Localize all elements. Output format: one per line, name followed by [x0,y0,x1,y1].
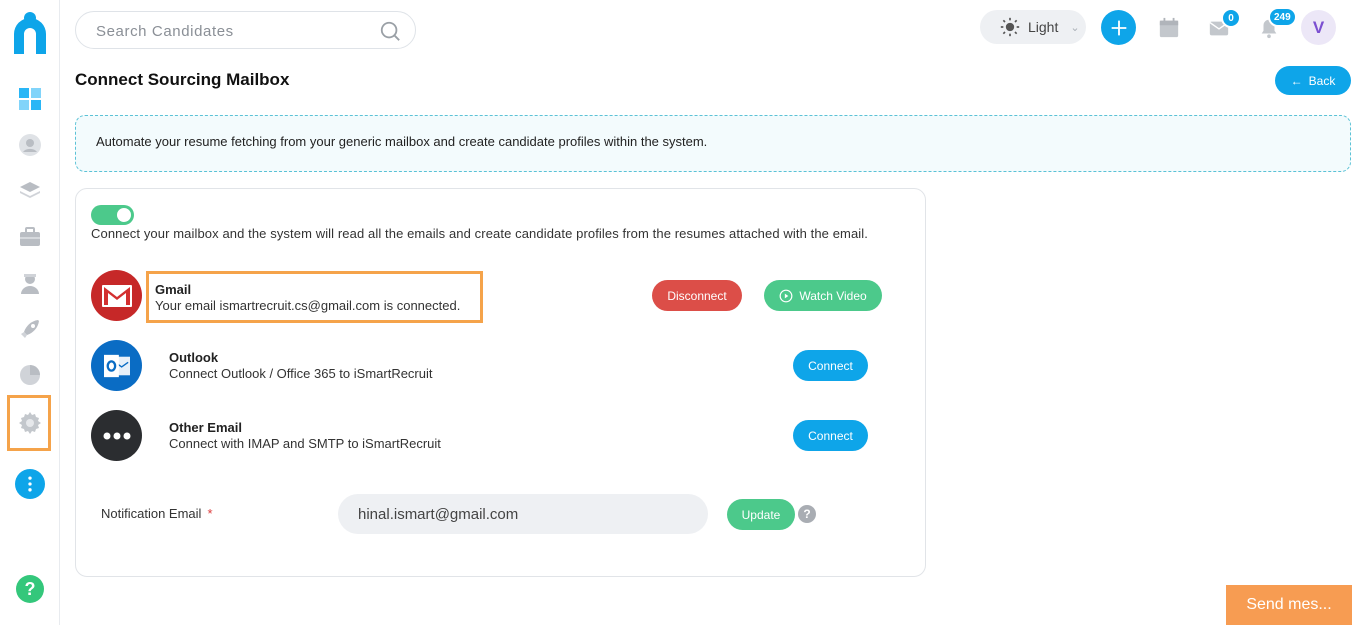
play-circle-icon [779,289,793,302]
search-input[interactable] [96,21,376,41]
gmail-icon [91,270,142,321]
more-vertical-icon [28,476,32,492]
help-question-icon[interactable]: ? [798,505,816,523]
rocket-icon[interactable] [15,314,45,344]
gmail-connected-info: Gmail Your email ismartrecruit.cs@gmail.… [146,271,483,323]
more-options-button[interactable] [15,469,45,499]
provider-subtitle: Connect Outlook / Office 365 to iSmartRe… [169,366,433,381]
reports-pie-icon[interactable] [15,360,45,390]
provider-subtitle: Connect with IMAP and SMTP to iSmartRecr… [169,436,441,451]
search-icon[interactable] [379,20,401,42]
other-email-connect-button[interactable]: Connect [793,420,868,451]
notification-count-badge: 249 [1268,7,1297,27]
disconnect-button[interactable]: Disconnect [652,280,742,311]
jobs-briefcase-icon[interactable] [15,222,45,252]
provider-name: Gmail [155,282,192,297]
search-bar [75,11,416,49]
candidates-icon[interactable] [15,130,45,160]
dashboard-icon[interactable] [15,84,45,114]
add-button[interactable] [1101,10,1136,45]
chevron-down-icon: ⌄ [1070,21,1080,34]
other-email-info: Other Email Connect with IMAP and SMTP t… [169,420,441,451]
layers-icon[interactable] [15,176,45,206]
required-asterisk: * [207,506,213,521]
arrow-left-icon: ← [1290,73,1303,88]
app-logo[interactable] [10,10,50,56]
send-message-chat-button[interactable]: Send mes... [1226,585,1352,625]
more-horizontal-icon [91,410,142,461]
update-button[interactable]: Update [727,499,795,530]
outlook-info: Outlook Connect Outlook / Office 365 to … [169,350,433,381]
watch-video-button[interactable]: Watch Video [764,280,882,311]
outlook-connect-button[interactable]: Connect [793,350,868,381]
provider-status: Your email ismartrecruit.cs@gmail.com is… [155,298,461,313]
mail-count-badge: 0 [1221,8,1241,28]
sidebar: ? [0,0,60,625]
notification-email-field[interactable] [338,494,708,534]
theme-label: Light [1028,19,1059,35]
help-button[interactable]: ? [16,575,44,603]
provider-name: Other Email [169,420,242,435]
back-label: Back [1308,73,1336,88]
plus-icon [1111,20,1126,35]
provider-name: Outlook [169,350,219,365]
notification-email-label: Notification Email * [101,506,213,521]
card-description: Connect your mailbox and the system will… [91,226,868,241]
info-banner: Automate your resume fetching from your … [75,115,1351,172]
sun-icon [1000,17,1020,37]
mailbox-enable-toggle[interactable] [91,205,134,225]
contacts-icon[interactable] [15,268,45,298]
notification-label-text: Notification Email [101,506,202,521]
settings-gear-icon[interactable] [15,408,45,438]
calendar-icon[interactable] [1158,17,1180,39]
user-avatar[interactable]: V [1301,10,1336,45]
page-title: Connect Sourcing Mailbox [75,70,290,89]
mailbox-card: Connect your mailbox and the system will… [75,188,926,577]
watch-video-label: Watch Video [799,288,867,303]
back-button[interactable]: ← Back [1275,66,1351,95]
outlook-icon [91,340,142,391]
theme-selector[interactable]: Light ⌄ [980,10,1086,44]
